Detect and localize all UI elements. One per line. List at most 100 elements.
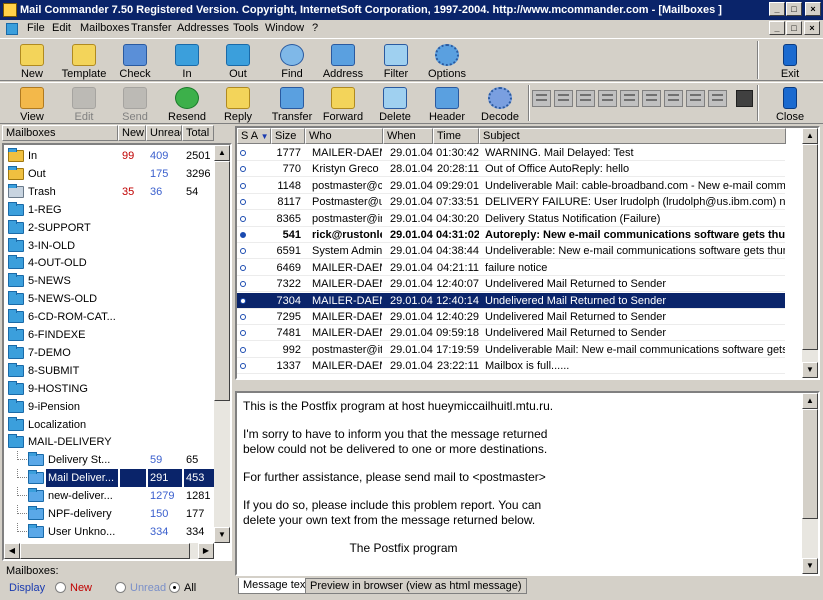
layout-view-1-icon[interactable] [532, 90, 551, 107]
layout-view-4-icon[interactable] [598, 90, 617, 107]
menu-window[interactable]: Window [265, 22, 304, 34]
preview-scroll-down-icon[interactable]: ▼ [802, 558, 818, 574]
mdi-minimize-button[interactable]: _ [769, 21, 785, 35]
header-button[interactable]: Header [421, 85, 473, 123]
in-button[interactable]: In [161, 42, 213, 80]
message-row[interactable]: 8117 Postmaster@us 29.01.0407:33:51 DELIVER… [237, 194, 785, 211]
message-row[interactable]: 8365 postmaster@int 29.01.04 04:30:20 Delive… [237, 211, 785, 227]
mailbox-row[interactable]: 9-iPension [4, 398, 214, 416]
mailbox-row[interactable]: new-deliver... 1279 1281 [4, 487, 214, 505]
options-button[interactable]: Options [421, 42, 473, 80]
resend-button[interactable]: Resend [161, 85, 213, 123]
col-size[interactable]: Size [271, 128, 305, 144]
layout-view-5-icon[interactable] [620, 90, 639, 107]
layout-view-9-icon[interactable] [708, 90, 727, 107]
menu-edit[interactable]: Edit [52, 22, 71, 34]
close-window-button[interactable]: × [805, 2, 821, 16]
filter-unread-label[interactable]: Unread [130, 582, 166, 594]
exit-button[interactable]: Exit [764, 42, 816, 80]
mailbox-row[interactable]: 9-HOSTING [4, 380, 214, 398]
mailbox-row[interactable]: 6-FINDEXE [4, 326, 214, 344]
msg-scroll-thumb[interactable] [802, 144, 818, 350]
address-button[interactable]: Address [317, 42, 369, 80]
mailbox-row[interactable]: 4-OUT-OLD [4, 254, 214, 272]
mailbox-row[interactable]: 5-NEWS [4, 272, 214, 290]
pane-splitter[interactable] [235, 382, 820, 390]
menu-file[interactable]: File [27, 22, 45, 34]
edit-button[interactable]: Edit [58, 85, 110, 123]
menu-help[interactable]: ? [312, 22, 318, 34]
layout-view-7-icon[interactable] [664, 90, 683, 107]
mailbox-row[interactable]: NPF-delivery 150 177 [4, 505, 214, 523]
scroll-thumb[interactable] [214, 161, 230, 401]
mailbox-row[interactable]: In 99 409 2501 [4, 147, 214, 165]
message-row[interactable]: 7322 MAILER-DAEMC 29.01.0412:40:07 Undelive… [237, 276, 785, 293]
mailbox-row[interactable]: MAIL-DELIVERY [4, 433, 214, 451]
preview-scroll-thumb[interactable] [802, 409, 818, 519]
mdi-close-button[interactable]: × [804, 21, 820, 35]
mailbox-row[interactable]: 7-DEMO [4, 344, 214, 362]
doc-icon[interactable] [6, 23, 18, 35]
col-status[interactable]: S A ▼ [237, 128, 271, 144]
mailbox-row[interactable]: Trash 35 36 54 [4, 183, 214, 201]
close-button[interactable]: Close [764, 85, 816, 123]
menu-addresses[interactable]: Addresses [177, 22, 229, 34]
col-mailboxes[interactable]: Mailboxes [2, 125, 118, 141]
message-row[interactable]: 7304 MAILER-DAEMC 29.01.0412:40:14 Undelive… [237, 292, 785, 309]
col-time[interactable]: Time [433, 128, 479, 144]
scroll-up-icon[interactable]: ▲ [214, 145, 230, 161]
message-row[interactable]: 7295 MAILER-DAEMC 29.01.0412:40:29 Undelive… [237, 309, 785, 325]
message-row[interactable]: 541 rick@rustonle 29.01.04 04:31:02 Autorepl… [237, 227, 785, 243]
preview-scroll-up-icon[interactable]: ▲ [802, 393, 818, 409]
menu-mailboxes[interactable]: Mailboxes [80, 22, 130, 34]
tab-preview-in-browser[interactable]: Preview in browser (view as html message… [305, 578, 527, 594]
out-button[interactable]: Out [212, 42, 264, 80]
mdi-maximize-button[interactable]: □ [786, 21, 802, 35]
menu-tools[interactable]: Tools [233, 22, 259, 34]
layout-view-3-icon[interactable] [576, 90, 595, 107]
tab-message-text[interactable]: Message text [238, 578, 314, 594]
hscroll-thumb[interactable] [20, 543, 190, 559]
message-row[interactable]: 6591 System Adminis 29.01.0404:38:44 Undeli… [237, 243, 785, 260]
scroll-down-icon[interactable]: ▼ [214, 527, 230, 543]
find-button[interactable]: Find [266, 42, 318, 80]
transfer-button[interactable]: Transfer [266, 85, 318, 123]
col-new[interactable]: New [118, 125, 146, 141]
send-button[interactable]: Send [109, 85, 161, 123]
layout-view-2-icon[interactable] [554, 90, 573, 107]
mailbox-row[interactable]: Mail Deliver... 291 453 [4, 469, 214, 488]
maximize-button[interactable]: □ [786, 2, 802, 16]
message-row[interactable]: 770 Kristyn Greco < 28.01.04 20:28:11 Out of… [237, 161, 785, 178]
col-unread[interactable]: Unread [146, 125, 182, 141]
mailbox-row[interactable]: User Unkno... 334 334 [4, 522, 214, 541]
mailbox-row[interactable]: 2-SUPPORT [4, 219, 214, 237]
minimize-button[interactable]: _ [769, 2, 785, 16]
view-button[interactable]: View [6, 85, 58, 123]
mailbox-row[interactable]: 1-REG [4, 201, 214, 219]
scroll-left-icon[interactable]: ◀ [4, 543, 20, 559]
filter-new-label[interactable]: New [70, 582, 92, 594]
message-row[interactable]: 1148 postmaster@ca 29.01.04 09:29:01 Undeliv… [237, 178, 785, 194]
col-subject[interactable]: Subject [479, 128, 786, 144]
mailbox-row[interactable]: 3-IN-OLD [4, 237, 214, 255]
mailbox-row[interactable]: Delivery St... 59 65 [4, 451, 214, 469]
reply-button[interactable]: Reply [212, 85, 264, 123]
check-button[interactable]: Check [109, 42, 161, 80]
message-row[interactable]: 6469 MAILER-DAEMC 29.01.0404:21:11 failure … [237, 260, 785, 276]
mailbox-row[interactable]: Localization [4, 416, 214, 434]
forward-button[interactable]: Forward [317, 85, 369, 123]
layout-view-6-icon[interactable] [642, 90, 661, 107]
col-when[interactable]: When [383, 128, 433, 144]
message-row[interactable]: 1337 MAILER-DAEMC 29.01.0423:22:11 Mailbox … [237, 358, 785, 375]
msg-scroll-down-icon[interactable]: ▼ [802, 362, 818, 378]
mailbox-row[interactable]: 6-CD-ROM-CAT... [4, 308, 214, 326]
new-button[interactable]: New [6, 42, 58, 80]
mailbox-row[interactable]: 5-NEWS-OLD [4, 290, 214, 308]
mailbox-row[interactable]: Out 175 3296 [4, 165, 214, 183]
menu-transfer[interactable]: Transfer [131, 22, 172, 34]
save-icon[interactable] [736, 90, 753, 107]
filter-unread-radio[interactable] [115, 582, 126, 593]
message-row[interactable]: 992 postmaster@iti. 29.01.04 17:19:59 Undeli… [237, 342, 785, 358]
col-total[interactable]: Total [182, 125, 214, 141]
filter-new-radio[interactable] [55, 582, 66, 593]
